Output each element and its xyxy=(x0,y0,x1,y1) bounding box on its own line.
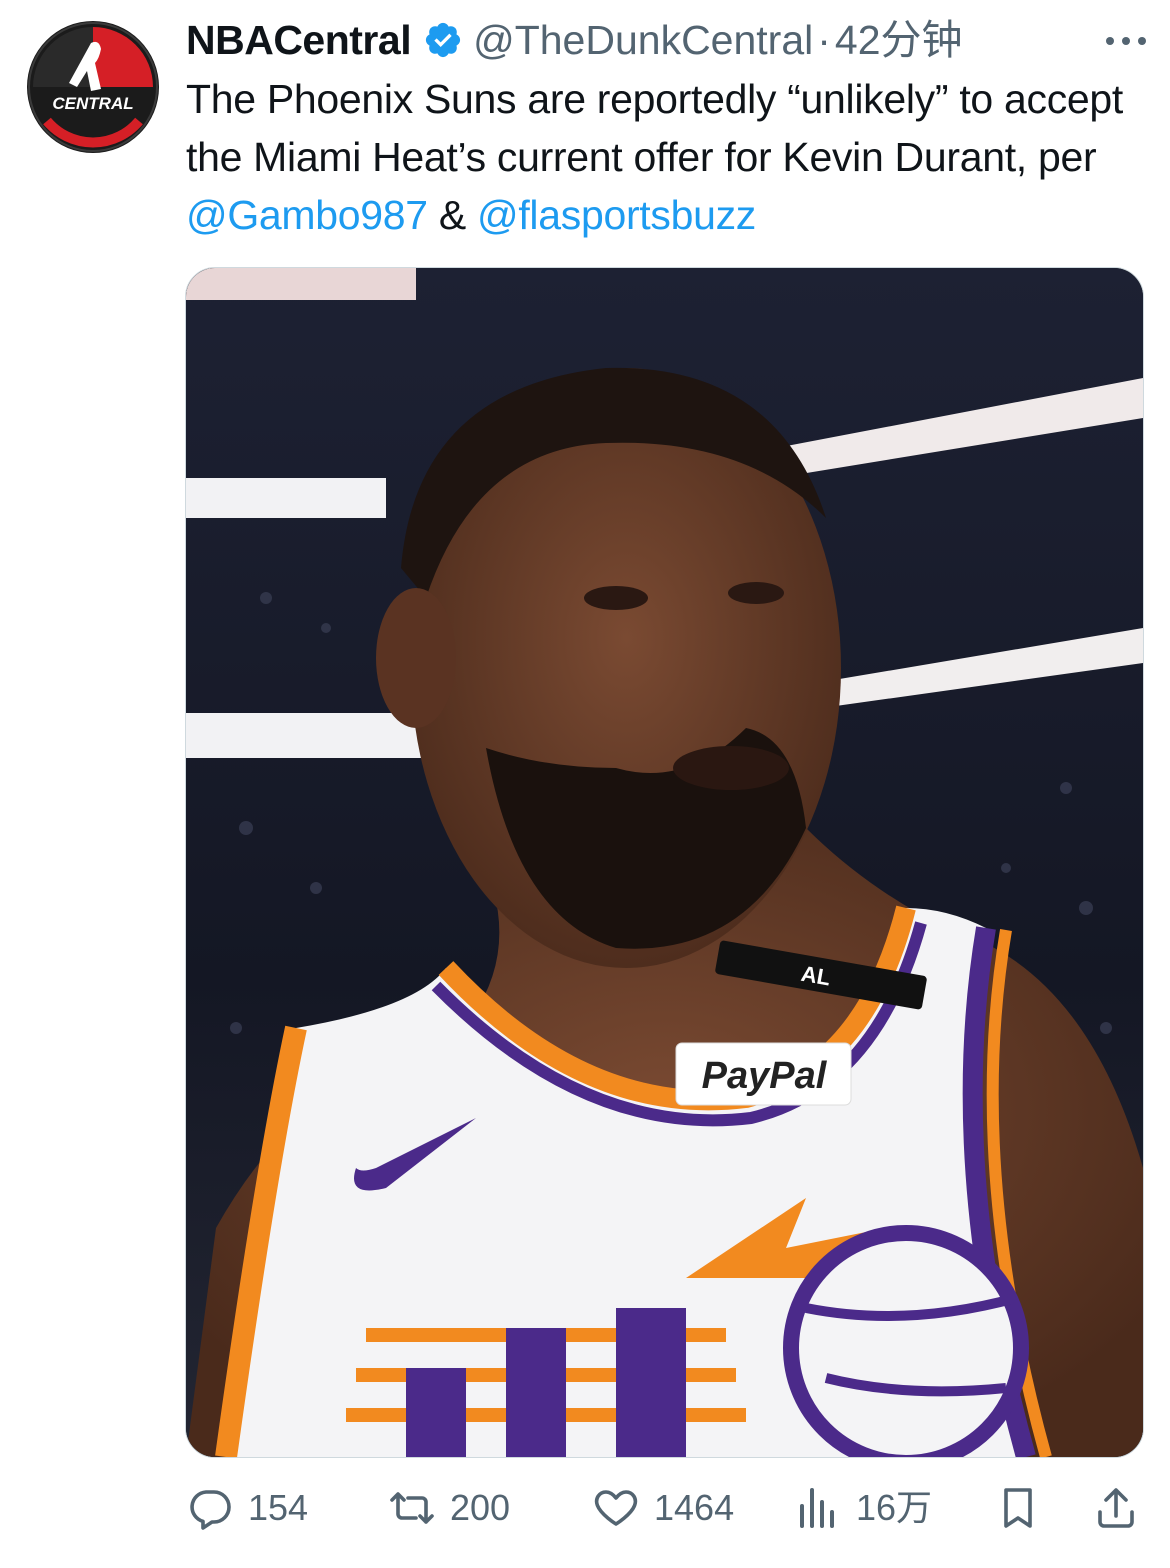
reply-icon xyxy=(190,1490,231,1530)
user-handle[interactable]: @TheDunkCentral xyxy=(473,12,813,68)
views-button[interactable]: 16万 xyxy=(794,1478,932,1538)
retweet-icon xyxy=(390,1492,434,1524)
tweet-action-bar: 154 200 1464 16万 xyxy=(186,1478,1146,1538)
timestamp[interactable]: 42分钟 xyxy=(835,12,963,68)
more-horizontal-icon[interactable] xyxy=(1104,14,1148,56)
retweet-count: 200 xyxy=(450,1487,511,1528)
views-count: 16万 xyxy=(856,1487,933,1528)
separator-dot: · xyxy=(817,17,831,63)
reply-count: 154 xyxy=(248,1487,309,1528)
share-icon xyxy=(1098,1488,1134,1528)
jersey-band-text: AL xyxy=(799,961,832,991)
mention-link-gambo[interactable]: @Gambo987 xyxy=(186,192,428,238)
avatar-logo-text: CENTRAL xyxy=(52,94,133,113)
jersey-sponsor-text: PayPal xyxy=(702,1055,828,1097)
share-button[interactable] xyxy=(1092,1478,1154,1538)
retweet-button[interactable]: 200 xyxy=(388,1478,510,1538)
verified-badge-icon xyxy=(426,22,461,58)
tweet-text-part: The Phoenix Suns are reportedly “unlikel… xyxy=(186,76,1124,180)
tweet-header: NBACentral @TheDunkCentral · 42分钟 xyxy=(186,12,1146,68)
display-name[interactable]: NBACentral xyxy=(186,12,412,68)
tweet-text: The Phoenix Suns are reportedly “unlikel… xyxy=(186,70,1146,244)
like-icon xyxy=(594,1490,638,1526)
avatar[interactable]: CENTRAL xyxy=(27,21,159,153)
tweet-text-part: & xyxy=(427,192,478,238)
tweet-media-image[interactable]: AL PayPal xyxy=(185,267,1144,1458)
bookmark-button[interactable] xyxy=(994,1478,1056,1538)
bookmark-icon xyxy=(1004,1488,1032,1528)
like-button[interactable]: 1464 xyxy=(592,1478,734,1538)
mention-link-flasportsbuzz[interactable]: @flasportsbuzz xyxy=(477,192,756,238)
views-icon xyxy=(800,1488,834,1528)
reply-button[interactable]: 154 xyxy=(186,1478,308,1538)
like-count: 1464 xyxy=(654,1487,735,1528)
